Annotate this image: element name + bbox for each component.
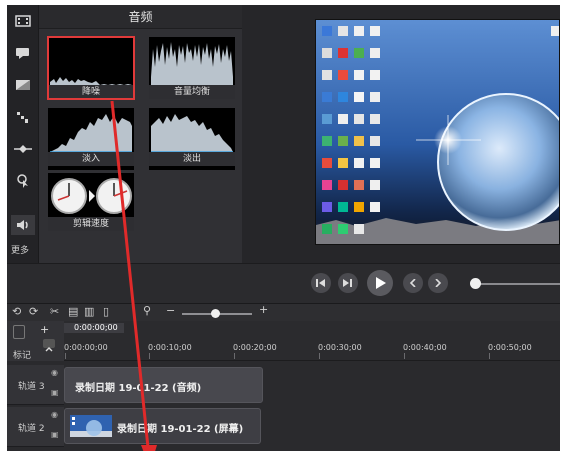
camtasia-editor: 更多 音频 降噪 音量均衡 淡入 淡出 剪辑速度 ⟲ ⟳ ✂ ▤ ▥ ▯ ⚲ −…: [7, 5, 560, 451]
annotation-arrow: [110, 100, 157, 451]
